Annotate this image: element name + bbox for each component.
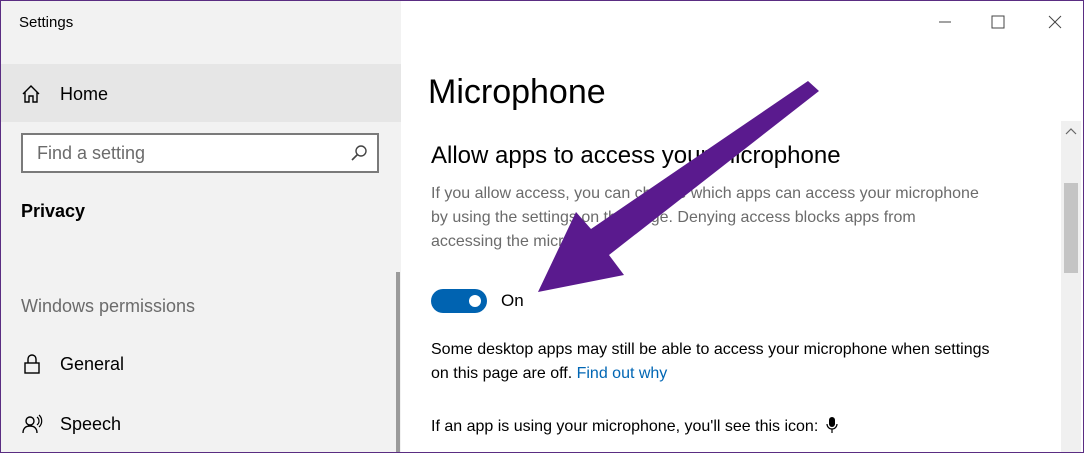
sidebar-item-label: Home: [60, 84, 109, 104]
sidebar-item-label: Speech: [60, 414, 122, 434]
sidebar-scrollbar[interactable]: [396, 272, 400, 452]
sidebar: Settings Home Privacy Windows permission…: [1, 1, 401, 452]
toggle-knob: [469, 295, 481, 307]
page-title: Microphone: [428, 73, 606, 111]
sidebar-item-label: General: [60, 354, 125, 374]
home-icon: [22, 85, 40, 103]
find-out-why-link[interactable]: Find out why: [577, 365, 668, 382]
content-scrollbar[interactable]: [1061, 121, 1081, 452]
close-icon[interactable]: [1043, 10, 1067, 34]
section-title: Allow apps to access your microphone: [431, 142, 841, 169]
toggle-state-label: On: [501, 291, 524, 310]
search-box: [21, 133, 379, 173]
scrollbar-thumb[interactable]: [1064, 183, 1078, 273]
settings-window: Settings Home Privacy Windows permission…: [0, 0, 1084, 453]
description-text: If you allow access, you can choose whic…: [431, 185, 979, 250]
microphone-access-toggle[interactable]: [431, 289, 487, 313]
icon-note-text: If an app is using your microphone, you'…: [431, 418, 819, 435]
maximize-icon[interactable]: [986, 10, 1010, 34]
app-title: Settings: [19, 14, 74, 31]
main-content: Microphone Allow apps to access your mic…: [401, 1, 1083, 452]
microphone-icon: [826, 417, 838, 433]
lock-icon: [24, 354, 40, 374]
speech-icon: [22, 414, 43, 434]
scroll-up-icon[interactable]: [1065, 127, 1077, 135]
sidebar-item-speech[interactable]: Speech: [1, 399, 397, 449]
section-label: Windows permissions: [21, 296, 196, 316]
sidebar-item-home[interactable]: Home: [1, 64, 401, 122]
sidebar-item-general[interactable]: General: [1, 339, 397, 389]
desktop-apps-note: Some desktop apps may still be able to a…: [431, 338, 1011, 386]
search-icon[interactable]: [350, 144, 368, 162]
note-text: Some desktop apps may still be able to a…: [431, 341, 990, 382]
icon-note: If an app is using your microphone, you'…: [431, 416, 838, 436]
minimize-icon[interactable]: [933, 10, 957, 34]
category-heading: Privacy: [21, 201, 86, 221]
search-input[interactable]: [23, 135, 357, 171]
